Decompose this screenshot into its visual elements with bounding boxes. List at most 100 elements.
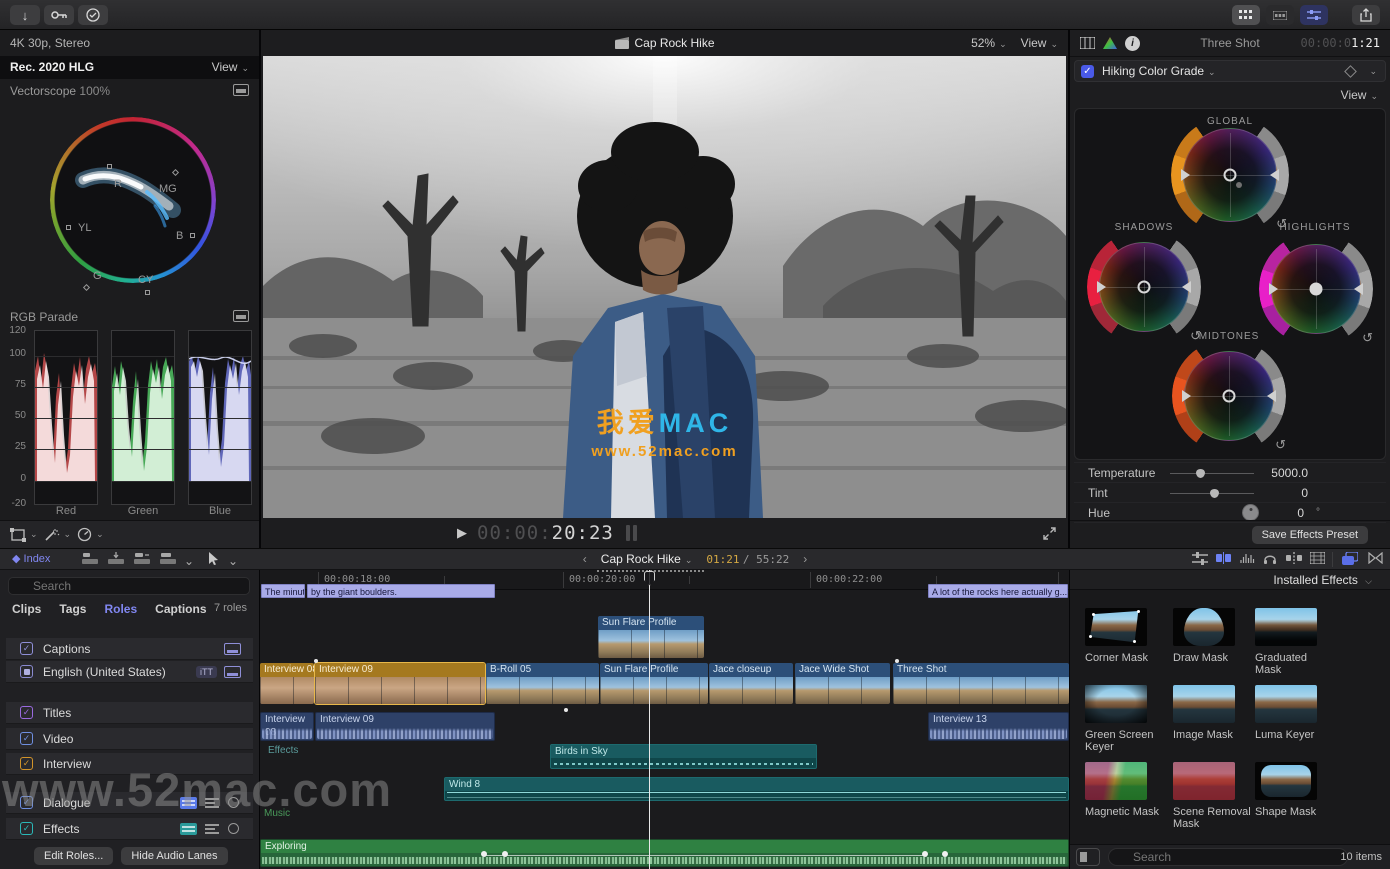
vectorscope-settings-icon[interactable] — [233, 84, 249, 96]
shadows-right-arrow[interactable] — [1182, 281, 1191, 293]
temperature-slider[interactable] — [1170, 473, 1254, 474]
video-checkbox[interactable]: ✓ — [20, 732, 33, 745]
keywords-button[interactable] — [44, 5, 74, 25]
insert-clip-button[interactable] — [108, 552, 124, 565]
subroles-icon[interactable] — [205, 824, 219, 834]
midtones-wheel-disc[interactable] — [1184, 351, 1274, 441]
clip-b-roll-05[interactable]: B-Roll 05 — [486, 663, 599, 704]
tint-value[interactable]: 0 — [1301, 486, 1308, 500]
next-timeline-button[interactable]: › — [803, 552, 807, 566]
overwrite-clip-button[interactable] — [160, 552, 176, 565]
highlights-left-arrow[interactable] — [1269, 283, 1278, 295]
global-wheel-puck[interactable] — [1224, 169, 1237, 182]
shadows-wheel-disc[interactable] — [1099, 242, 1189, 332]
focus-icon[interactable] — [228, 823, 239, 834]
global-color-wheel[interactable]: ↺ — [1171, 116, 1289, 234]
inspector-toggle-button[interactable] — [1300, 5, 1328, 25]
audio-clip-birds-in-sky[interactable]: Birds in Sky — [550, 744, 817, 769]
browser-list-view-button[interactable] — [1266, 5, 1294, 25]
audio-lanes-icon[interactable] — [180, 797, 197, 809]
effect-name-menu[interactable]: Hiking Color Grade⌄ — [1102, 64, 1216, 78]
playhead[interactable] — [649, 570, 650, 869]
highlights-wheel-puck[interactable] — [1310, 283, 1323, 296]
previous-timeline-button[interactable]: ‹ — [583, 552, 587, 566]
shadows-left-arrow[interactable] — [1097, 281, 1106, 293]
crop-tool-button[interactable]: ⌄ — [10, 528, 38, 542]
effect-enabled-checkbox[interactable]: ✓ — [1081, 65, 1094, 78]
captions-display-icon[interactable] — [224, 666, 241, 678]
transitions-browser-button[interactable] — [1368, 552, 1383, 564]
tab-clips[interactable]: Clips — [12, 602, 41, 616]
keyframe-dot[interactable] — [502, 851, 508, 857]
tab-roles[interactable]: Roles — [104, 602, 137, 616]
audio-clip-interview-08[interactable]: Interview 08 — [260, 712, 314, 741]
clip-sun-flare-profile[interactable]: Sun Flare Profile — [600, 663, 708, 704]
effects-search-input[interactable] — [1108, 848, 1348, 866]
filmstrip-button[interactable] — [1310, 552, 1325, 564]
hide-audio-lanes-button[interactable]: Hide Audio Lanes — [121, 847, 227, 865]
shadows-color-wheel[interactable]: ↺ — [1087, 230, 1201, 344]
clip-jace-wide-shot[interactable]: Jace Wide Shot — [795, 663, 890, 704]
effect-chevron-icon[interactable]: ⌄ — [1369, 66, 1377, 77]
caption-clip[interactable]: by the giant boulders. — [307, 584, 495, 598]
effect-row[interactable]: ✓ Hiking Color Grade⌄ ⌄ — [1074, 60, 1386, 82]
background-tasks-button[interactable] — [78, 5, 108, 25]
audio-lanes-icon[interactable] — [180, 823, 197, 835]
audio-meters-button[interactable] — [1240, 552, 1256, 565]
captions-checkbox[interactable]: ✓ — [20, 642, 33, 655]
hue-value[interactable]: 0 — [1297, 506, 1304, 520]
global-wheel-disc[interactable] — [1183, 128, 1277, 222]
connect-clip-button[interactable] — [82, 552, 98, 565]
inspector-view-menu[interactable]: View⌄ — [1341, 88, 1378, 102]
effect-magnetic-mask[interactable] — [1085, 762, 1147, 800]
role-row-effects[interactable]: ✓ Effects — [6, 818, 253, 840]
caption-clip[interactable]: A lot of the rocks here actually g... — [928, 584, 1068, 598]
global-left-arrow[interactable] — [1181, 169, 1190, 181]
scopes-view-menu[interactable]: View⌄ — [212, 56, 249, 80]
parade-settings-icon[interactable] — [233, 310, 249, 322]
share-button[interactable] — [1352, 5, 1380, 25]
highlights-wheel-disc[interactable] — [1271, 244, 1361, 334]
highlights-reset-icon[interactable]: ↺ — [1362, 330, 1373, 346]
role-row-video[interactable]: ✓ Video — [6, 728, 253, 750]
clip-interview-08[interactable]: Interview 08 — [260, 663, 314, 704]
browser-grid-view-button[interactable] — [1232, 5, 1260, 25]
edit-buttons-chevron[interactable]: ⌄ — [184, 554, 194, 568]
role-row-captions[interactable]: ✓ Captions — [6, 638, 253, 660]
midtones-right-arrow[interactable] — [1267, 390, 1276, 402]
effect-scene-removal-mask[interactable] — [1173, 762, 1235, 800]
tool-chevron[interactable]: ⌄ — [228, 554, 238, 568]
focus-icon[interactable] — [228, 797, 239, 808]
timeline[interactable]: 00:00:18:00 00:00:20:00 00:00:22:00 The … — [260, 570, 1069, 869]
info-inspector-icon[interactable]: i — [1125, 36, 1140, 51]
midtones-color-wheel[interactable]: ↺ — [1172, 339, 1286, 453]
midtones-reset-icon[interactable]: ↺ — [1275, 437, 1286, 453]
dialogue-checkbox[interactable]: ✓ — [20, 796, 33, 809]
clip-appearance-button[interactable] — [1216, 552, 1232, 564]
global-right-arrow[interactable] — [1270, 169, 1279, 181]
audio-clip-interview-09[interactable]: Interview 09 — [315, 712, 495, 741]
effects-sidebar-toggle[interactable] — [1076, 848, 1100, 866]
index-search-input[interactable] — [8, 577, 250, 595]
captions-display-icon[interactable] — [224, 643, 241, 655]
role-row-dialogue[interactable]: ✓ Dialogue — [6, 792, 253, 814]
caption-clip[interactable]: The minute... — [261, 584, 305, 598]
skimming-button[interactable] — [1286, 552, 1302, 564]
midtones-wheel-puck[interactable] — [1223, 390, 1236, 403]
clip-interview-09[interactable]: Interview 09 — [315, 663, 485, 704]
highlights-right-arrow[interactable] — [1354, 283, 1363, 295]
tint-slider[interactable] — [1170, 493, 1254, 494]
effect-green-screen-keyer[interactable] — [1085, 685, 1147, 723]
installed-effects-menu[interactable]: Installed Effects ⌵ — [1273, 573, 1372, 587]
role-row-interview[interactable]: ✓ Interview — [6, 753, 253, 775]
fullscreen-button[interactable] — [1043, 527, 1056, 540]
import-media-button[interactable]: ↓ — [10, 5, 40, 25]
audio-clip-wind-8[interactable]: Wind 8 — [444, 777, 1069, 801]
hue-dial[interactable] — [1242, 504, 1259, 521]
retime-button[interactable]: ⌄ — [77, 527, 104, 542]
role-row-titles[interactable]: ✓ Titles — [6, 702, 253, 724]
viewer-zoom-menu[interactable]: 52%⌄ — [971, 36, 1007, 50]
index-toggle-button[interactable]: ◆ Index — [12, 552, 50, 565]
titles-checkbox[interactable]: ✓ — [20, 706, 33, 719]
audio-monitor-button[interactable] — [1263, 552, 1277, 565]
